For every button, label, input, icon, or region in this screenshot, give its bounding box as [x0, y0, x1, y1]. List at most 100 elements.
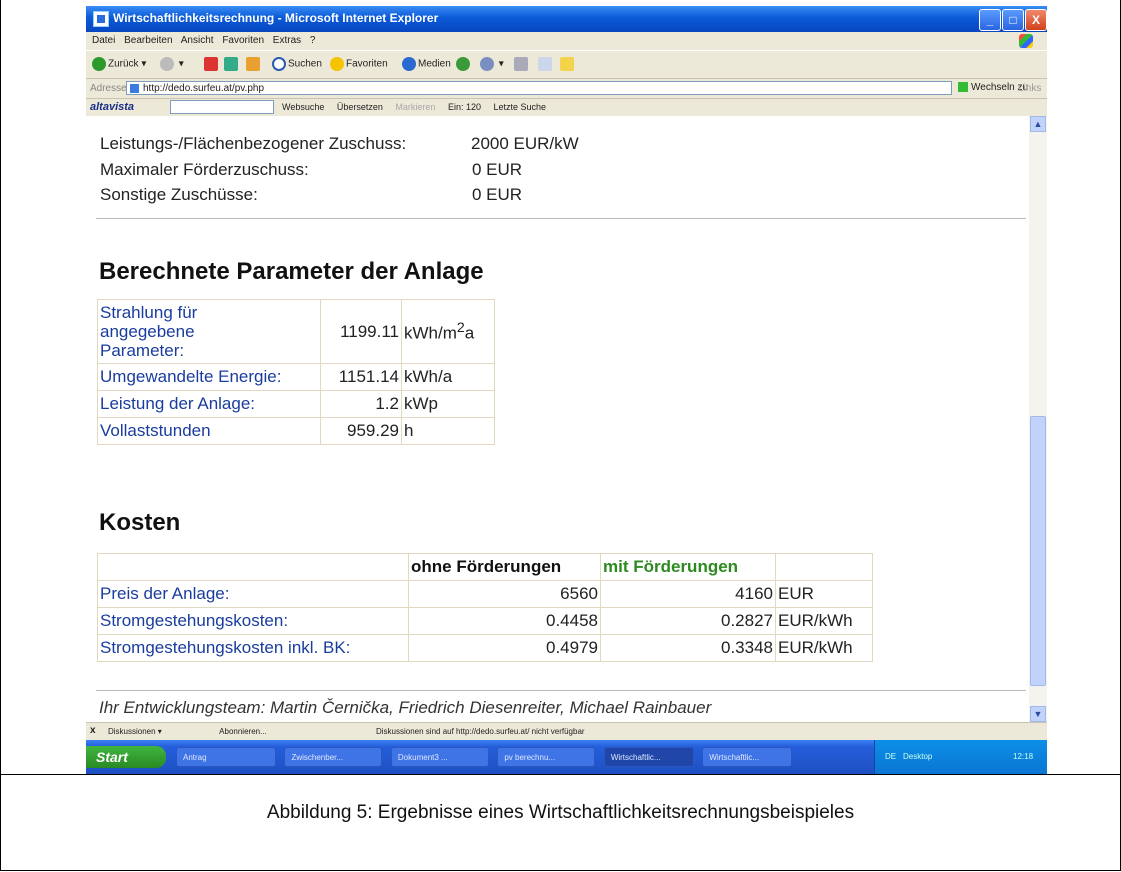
task-button[interactable]: Dokument3 ... [390, 747, 489, 767]
clock: 12:18 [1013, 752, 1034, 761]
discussion-bar: x Diskussionen ▾ Abonnieren... Diskussio… [86, 722, 1047, 741]
cost-without: 0.4979 [408, 634, 601, 662]
scroll-up-arrow-icon[interactable]: ▲ [1030, 116, 1046, 132]
cost-label: Preis der Anlage: [97, 580, 409, 608]
home-button[interactable] [246, 57, 262, 71]
ein-button[interactable]: Ein: 120 [448, 102, 481, 112]
desktop-toolbar[interactable]: Desktop [903, 752, 932, 761]
search-button[interactable]: Suchen [272, 57, 322, 71]
menu-bearbeiten[interactable]: Bearbeiten [124, 35, 172, 46]
subsidy-label: Sonstige Zuschüsse: [100, 185, 258, 204]
note-icon [560, 57, 574, 71]
param-label: Umgewandelte Energie: [97, 363, 321, 391]
unit-tail: a [464, 323, 475, 343]
forward-button[interactable]: ▾ [160, 57, 184, 71]
edit-icon [538, 57, 552, 71]
media-button[interactable]: Medien [402, 57, 451, 71]
cost-label: Stromgestehungskosten: [97, 607, 409, 635]
task-button[interactable]: Wirtschaftlic... [702, 747, 793, 767]
close-button[interactable]: X [1025, 9, 1047, 31]
task-list: Antrag Zwischenber... Dokument3 ... pv b… [176, 747, 796, 767]
param-unit: kWp [401, 390, 495, 418]
windows-taskbar: Start Antrag Zwischenber... Dokument3 ..… [86, 740, 1047, 774]
param-unit: h [401, 417, 495, 445]
minimize-button[interactable]: _ [979, 9, 1001, 31]
label-line: Strahlung für [100, 303, 198, 322]
home-icon [246, 57, 260, 71]
address-bar: Adresse http://dedo.surfeu.at/pv.php Wec… [86, 78, 1047, 99]
task-button[interactable]: pv berechnu... [497, 747, 596, 767]
altavista-search-input[interactable] [170, 100, 274, 114]
subsidy-value: 0 EUR [472, 160, 523, 179]
table-row: Stromgestehungskosten inkl. BK: 0.4979 0… [97, 634, 873, 662]
messenger-button[interactable] [560, 57, 576, 71]
altavista-toolbar: altavista Websuche Übersetzen Markieren … [86, 98, 1047, 117]
letzte-suche-button[interactable]: Letzte Suche [494, 102, 547, 112]
back-label: Zurück [108, 58, 139, 70]
window-title: Wirtschaftlichkeitsrechnung - Microsoft … [113, 11, 439, 25]
favorites-button[interactable]: Favoriten [330, 57, 388, 71]
caption-separator [0, 774, 1121, 775]
table-row: Leistung der Anlage: 1.2 kWp [97, 390, 495, 418]
refresh-button[interactable] [224, 57, 240, 71]
subscribe-button[interactable]: Abonnieren... [219, 727, 267, 736]
refresh-icon [224, 57, 238, 71]
discussions-button[interactable]: Diskussionen [108, 727, 156, 736]
table-row: Strahlung für angegebene Parameter: 1199… [97, 299, 495, 364]
mail-button[interactable]: ▾ [480, 57, 504, 71]
close-discussion-button[interactable]: x [90, 725, 96, 736]
media-icon [402, 57, 416, 71]
menu-help[interactable]: ? [310, 35, 316, 46]
search-label: Suchen [288, 58, 322, 70]
team-credits: Ihr Entwicklungsteam: Martin Černička, F… [99, 698, 712, 717]
system-tray: DE Desktop 12:18 [874, 740, 1047, 774]
col-header-without: ohne Förderungen [408, 553, 601, 581]
table-row: Vollaststunden 959.29 h [97, 417, 495, 445]
table-row: Preis der Anlage: 6560 4160 EUR [97, 580, 873, 608]
websuche-button[interactable]: Websuche [282, 102, 324, 112]
standard-toolbar: Zurück ▾ ▾ Suchen Favoriten Medien ▾ [86, 50, 1047, 79]
costs-table: ohne Förderungen mit Förderungen Preis d… [97, 553, 873, 662]
star-icon [330, 57, 344, 71]
address-input[interactable]: http://dedo.surfeu.at/pv.php [126, 81, 952, 95]
vertical-scrollbar[interactable]: ▲ ▼ [1029, 116, 1047, 722]
discussion-message: Diskussionen sind auf http://dedo.surfeu… [376, 727, 585, 736]
stop-button[interactable] [204, 57, 220, 71]
back-arrow-icon [92, 57, 106, 71]
back-button[interactable]: Zurück ▾ [92, 57, 146, 71]
menu-ansicht[interactable]: Ansicht [181, 35, 214, 46]
subsidy-value: 2000 EUR/kW [471, 134, 579, 153]
menu-datei[interactable]: Datei [92, 35, 115, 46]
scroll-down-arrow-icon[interactable]: ▼ [1030, 706, 1046, 722]
print-button[interactable] [514, 57, 530, 71]
scroll-thumb[interactable] [1030, 416, 1046, 686]
cost-without: 0.4458 [408, 607, 601, 635]
param-value: 1199.11 [320, 299, 402, 364]
start-button[interactable]: Start [86, 746, 166, 768]
menu-favoriten[interactable]: Favoriten [222, 35, 264, 46]
label-line: Parameter: [100, 341, 185, 360]
history-button[interactable] [456, 57, 472, 71]
param-unit: kWh/m2a [401, 299, 495, 364]
menu-extras[interactable]: Extras [273, 35, 301, 46]
empty-header-cell [775, 553, 873, 581]
cost-unit: EUR/kWh [775, 634, 873, 662]
markieren-button[interactable]: Markieren [395, 102, 435, 112]
empty-header-cell [97, 553, 409, 581]
links-button[interactable]: Links [1018, 83, 1041, 94]
search-icon [272, 57, 286, 71]
menu-bar: Datei Bearbeiten Ansicht Favoriten Extra… [86, 32, 1047, 50]
costs-heading: Kosten [99, 509, 181, 536]
param-value: 1151.14 [320, 363, 402, 391]
language-indicator[interactable]: DE [885, 752, 896, 761]
maximize-button[interactable]: □ [1002, 9, 1024, 31]
subsidy-value: 0 EUR [472, 185, 523, 204]
unit-sup: 2 [456, 319, 465, 336]
task-button[interactable]: Zwischenber... [284, 747, 383, 767]
edit-button[interactable] [538, 57, 554, 71]
task-button[interactable]: Wirtschaftlic... [603, 747, 694, 767]
divider [96, 690, 1026, 691]
uebersetzen-button[interactable]: Übersetzen [337, 102, 383, 112]
param-label: Vollaststunden [97, 417, 321, 445]
task-button[interactable]: Antrag [176, 747, 276, 767]
